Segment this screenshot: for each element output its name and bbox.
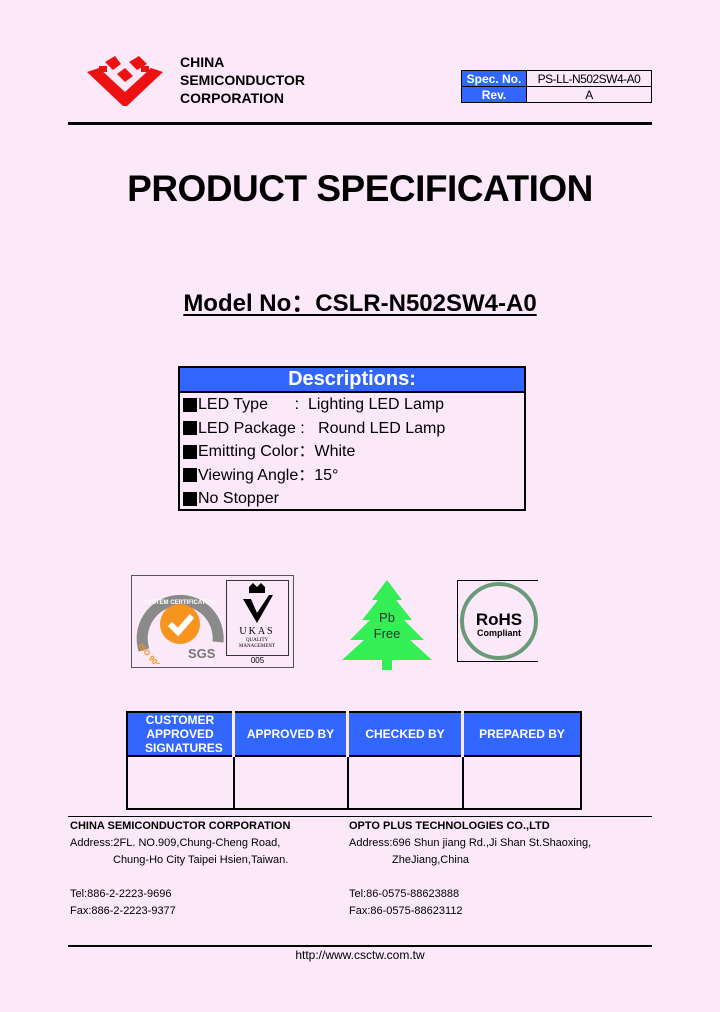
spec-no-label: Spec. No. <box>461 70 527 87</box>
description-text: LED Package : Round LED Lamp <box>198 419 446 437</box>
footer-right-address1: Address:696 Shun jiang Rd.,Ji Shan St.Sh… <box>349 837 592 849</box>
ukas-logo: UKAS QUALITY MANAGEMENT 005 <box>226 580 289 665</box>
sig-cell-prepared[interactable] <box>461 755 582 810</box>
sig-cell-approved[interactable] <box>232 755 349 810</box>
description-item: LED Package : Round LED Lamp <box>180 417 524 441</box>
footer-left-address2: Chung-Ho City Taipei Hsien,Taiwan. <box>113 854 289 866</box>
model-number-text: Model No：CSLR-N502SW4-A0 <box>183 290 537 317</box>
sig-header-customer: CUSTOMER APPROVED SIGNATURES <box>126 711 235 757</box>
descriptions-box: Descriptions: LED Type : Lighting LED La… <box>178 366 526 511</box>
company-name-line: CHINA <box>180 54 225 70</box>
sgs-iso-logo-icon: SYSTEM CERTIFICATION ISO 9001:2000 SGS <box>136 594 224 664</box>
description-text: LED Type : Lighting LED Lamp <box>198 396 445 413</box>
header-divider <box>68 122 652 125</box>
description-text: Emitting Color：White <box>198 443 356 460</box>
footer-right-company: OPTO PLUS TECHNOLOGIES CO.,LTD <box>349 820 550 832</box>
footer-left-tel: Tel:886-2-2223-9696 <box>70 888 172 900</box>
description-item: Viewing Angle：15° <box>180 464 524 488</box>
description-text: Viewing Angle：15° <box>198 466 339 484</box>
rohs-logo: RoHS Compliant <box>457 580 538 662</box>
ukas-crown-check-icon: UKAS QUALITY MANAGEMENT <box>239 583 275 649</box>
pb-free-line1: Pb <box>379 610 395 625</box>
footer-right-tel: Tel:86-0575-88623888 <box>349 888 460 900</box>
ukas-sub2: MANAGEMENT <box>239 644 275 649</box>
spec-table: Spec. No. PS-LL-N502SW4-A0 Rev. A <box>461 70 652 103</box>
csc-logo-icon <box>87 56 163 106</box>
sig-header-approved: APPROVED BY <box>232 711 349 757</box>
signature-table: CUSTOMER APPROVED SIGNATURES APPROVED BY… <box>126 711 582 810</box>
model-number: Model No：CSLR-N502SW4-A0 <box>0 283 720 318</box>
sgs-iso-text: ISO 9001:2000 <box>136 642 178 664</box>
company-name: CHINA SEMICONDUCTOR CORPORATION <box>180 53 305 107</box>
footer-left-address1: Address:2FL. NO.909,Chung-Cheng Road, <box>70 837 281 849</box>
footer-left-fax: Fax:886-2-2223-9377 <box>70 905 176 917</box>
footer-left-contact: CHINA SEMICONDUCTOR CORPORATION Address:… <box>70 818 290 920</box>
sig-header-text: CUSTOMER APPROVED SIGNATURES <box>145 713 223 755</box>
pb-free-line2: Free <box>374 626 401 641</box>
page-title: PRODUCT SPECIFICATION <box>127 168 593 209</box>
square-bullet-icon <box>183 468 197 483</box>
ukas-brand: UKAS <box>239 626 274 637</box>
rohs-compliant-icon: RoHS Compliant <box>460 582 538 660</box>
sig-cell-customer[interactable] <box>126 755 235 810</box>
sig-cell-checked[interactable] <box>346 755 464 810</box>
footer-left-company: CHINA SEMICONDUCTOR CORPORATION <box>70 820 291 832</box>
rohs-sub: Compliant <box>477 628 521 638</box>
sig-header-prepared: PREPARED BY <box>461 711 582 757</box>
footer-right-contact: OPTO PLUS TECHNOLOGIES CO.,LTD Address:6… <box>349 818 591 920</box>
square-bullet-icon <box>183 444 197 459</box>
sgs-brand: SGS <box>188 646 216 661</box>
descriptions-header: Descriptions: <box>180 368 524 393</box>
footer-right-address2: ZheJiang,China <box>392 854 470 866</box>
description-text: No Stopper <box>198 490 279 507</box>
sig-header-checked: CHECKED BY <box>346 711 464 757</box>
description-item: LED Type : Lighting LED Lamp <box>180 393 524 417</box>
rev-value: A <box>526 86 652 103</box>
rev-label: Rev. <box>461 86 527 103</box>
rohs-title: RoHS <box>476 610 522 629</box>
description-item: No Stopper <box>180 487 524 511</box>
company-name-line: CORPORATION <box>180 90 284 106</box>
spec-no-value: PS-LL-N502SW4-A0 <box>526 70 652 87</box>
square-bullet-icon <box>183 397 197 412</box>
pb-free-tree-icon: Pb Free <box>342 580 432 670</box>
footer-divider <box>68 816 652 817</box>
footer-right-fax: Fax:86-0575-88623112 <box>349 905 463 917</box>
square-bullet-icon <box>183 421 197 436</box>
description-item: Emitting Color：White <box>180 440 524 464</box>
footer-bottom-divider <box>68 945 652 947</box>
website-link[interactable]: http://www.csctw.com.tw <box>0 948 720 962</box>
square-bullet-icon <box>183 491 197 506</box>
ukas-sub1: QUALITY <box>246 638 269 643</box>
company-name-line: SEMICONDUCTOR <box>180 72 305 88</box>
ukas-number: 005 <box>250 656 265 665</box>
